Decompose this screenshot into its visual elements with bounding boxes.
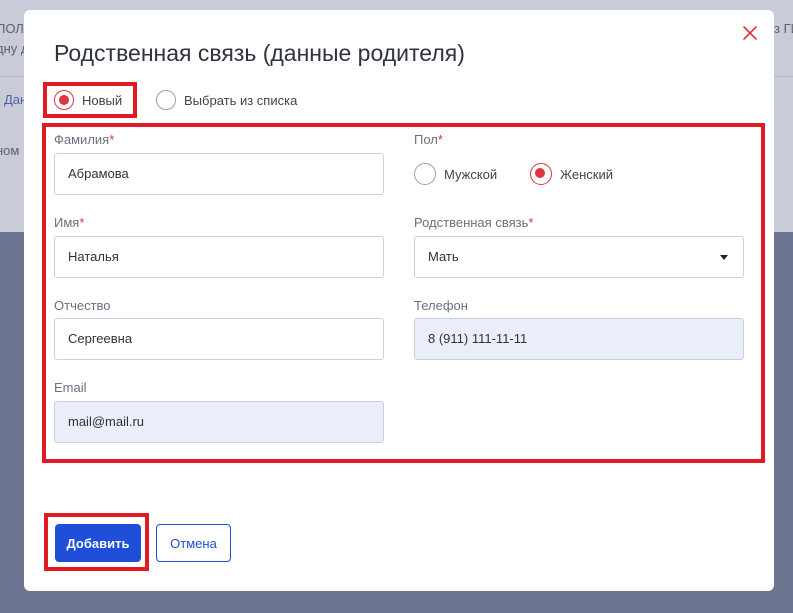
mode-from-list-label: Выбрать из списка [184,92,298,108]
close-button[interactable] [740,23,760,43]
background-text: ном [0,143,20,158]
mode-from-list-radio[interactable]: Выбрать из списка [156,90,297,110]
highlight-frame-form [42,123,765,463]
highlight-frame-add [44,513,149,571]
highlight-frame-mode [43,82,137,118]
radio-unchecked-icon [156,90,176,110]
dialog-title: Родственная связь (данные родителя) [54,40,465,66]
cancel-button[interactable]: Отмена [156,524,231,562]
relative-dialog: Родственная связь (данные родителя) Новы… [24,10,774,591]
close-icon [743,26,757,40]
background-text: з ГИ [774,21,793,36]
